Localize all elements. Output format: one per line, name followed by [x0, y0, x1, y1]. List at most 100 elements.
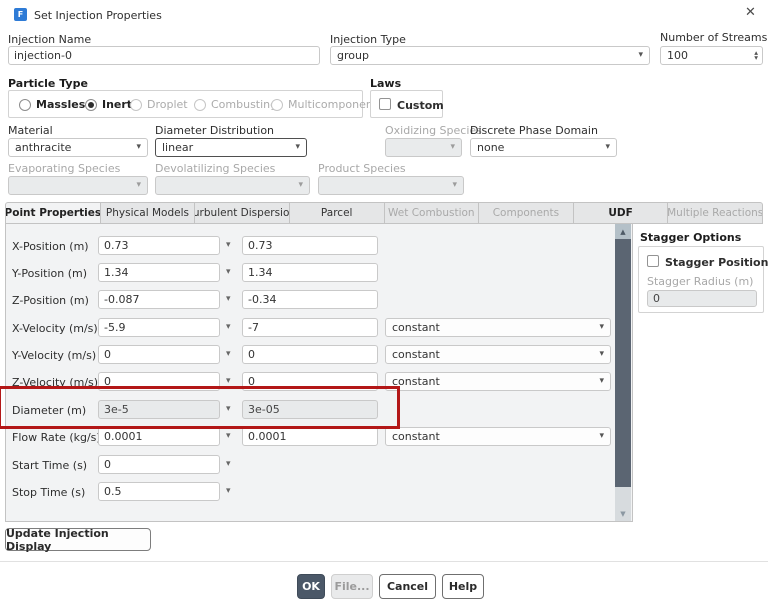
injection-type-label: Injection Type — [330, 33, 406, 46]
x-velocity-input[interactable] — [98, 318, 220, 337]
diameter-input[interactable] — [98, 400, 220, 419]
y-velocity-profile-select[interactable]: constant ▾ — [385, 345, 611, 364]
y-position-input-2[interactable] — [242, 263, 378, 282]
material-select[interactable]: anthracite ▾ — [8, 138, 148, 157]
chevron-down-icon[interactable]: ▾ — [226, 240, 231, 250]
chevron-down-icon: ▾ — [638, 51, 643, 60]
row-label: Stop Time (s) — [12, 486, 85, 499]
particle-type-group: Massless Inert Droplet Combusting Multic… — [8, 90, 363, 118]
chevron-down-icon[interactable]: ▾ — [226, 486, 231, 496]
tab-physical-models[interactable]: Physical Models — [101, 202, 196, 224]
chevron-down-icon[interactable]: ▾ — [226, 404, 231, 414]
spin-down-icon[interactable]: ▾ — [754, 56, 758, 60]
radio-inert-label: Inert — [102, 98, 132, 111]
x-position-input[interactable] — [98, 236, 220, 255]
x-position-input-2[interactable] — [242, 236, 378, 255]
y-velocity-input[interactable] — [98, 345, 220, 364]
row-label: Z-Position (m) — [12, 294, 89, 307]
scroll-up-icon[interactable]: ▲ — [615, 224, 631, 239]
stagger-positions-checkbox[interactable] — [647, 255, 659, 267]
y-velocity-input-2[interactable] — [242, 345, 378, 364]
diameter-input-2[interactable] — [242, 400, 378, 419]
row-stop-time: Stop Time (s) ▾ — [5, 482, 631, 504]
cancel-button[interactable]: Cancel — [379, 574, 436, 599]
tab-parcel[interactable]: Parcel — [290, 202, 385, 224]
chevron-down-icon: ▾ — [136, 143, 141, 152]
flow-rate-input-2[interactable] — [242, 427, 378, 446]
start-time-input[interactable] — [98, 455, 220, 474]
evaporating-species-select: ▾ — [8, 176, 148, 195]
properties-tabbar: Point Properties Physical Models Turbule… — [5, 202, 763, 224]
custom-laws-checkbox[interactable] — [379, 98, 391, 110]
file-button[interactable]: File... — [331, 574, 373, 599]
material-label: Material — [8, 124, 53, 137]
devolatilizing-species-select: ▾ — [155, 176, 310, 195]
discrete-phase-domain-select[interactable]: none ▾ — [470, 138, 617, 157]
flow-rate-profile-select[interactable]: constant ▾ — [385, 427, 611, 446]
tab-point-properties[interactable]: Point Properties — [5, 202, 101, 224]
radio-inert[interactable]: Inert — [85, 98, 132, 111]
z-velocity-profile-select[interactable]: constant ▾ — [385, 372, 611, 391]
tab-turbulent-dispersion[interactable]: Turbulent Dispersion — [195, 202, 290, 224]
z-velocity-input[interactable] — [98, 372, 220, 391]
divider — [0, 561, 768, 562]
chevron-down-icon: ▾ — [452, 181, 457, 190]
scrollbar-thumb[interactable] — [615, 239, 631, 487]
material-value: anthracite — [15, 141, 71, 154]
radio-massless-label: Massless — [36, 98, 92, 111]
injection-type-value: group — [337, 49, 369, 62]
chevron-down-icon: ▾ — [599, 350, 604, 359]
chevron-down-icon: ▾ — [605, 143, 610, 152]
devolatilizing-species-label: Devolatilizing Species — [155, 162, 275, 175]
number-of-streams-stepper[interactable]: 100 ▴ ▾ — [660, 46, 763, 65]
y-position-input[interactable] — [98, 263, 220, 282]
ok-button[interactable]: OK — [297, 574, 325, 599]
profile-value: constant — [392, 348, 440, 361]
flow-rate-input[interactable] — [98, 427, 220, 446]
chevron-down-icon: ▾ — [295, 143, 300, 152]
radio-multicomponent-label: Multicomponent — [288, 98, 377, 111]
chevron-down-icon[interactable]: ▾ — [226, 322, 231, 332]
x-velocity-profile-select[interactable]: constant ▾ — [385, 318, 611, 337]
chevron-down-icon[interactable]: ▾ — [226, 376, 231, 386]
radio-massless[interactable]: Massless — [19, 98, 92, 111]
injection-type-select[interactable]: group ▾ — [330, 46, 650, 65]
chevron-down-icon: ▾ — [599, 432, 604, 441]
close-icon[interactable]: ✕ — [745, 5, 756, 20]
chevron-down-icon[interactable]: ▾ — [226, 431, 231, 441]
row-label: Diameter (m) — [12, 404, 86, 417]
x-velocity-input-2[interactable] — [242, 318, 378, 337]
diameter-distribution-select[interactable]: linear ▾ — [155, 138, 307, 157]
row-y-position: Y-Position (m) ▾ — [5, 263, 631, 285]
tab-multiple-reactions: Multiple Reactions — [668, 202, 763, 224]
set-injection-properties-dialog: F Set Injection Properties ✕ Injection N… — [0, 0, 768, 616]
stagger-options-group: Stagger Positions Stagger Radius (m) — [638, 246, 764, 313]
particle-type-label: Particle Type — [8, 77, 88, 90]
chevron-down-icon: ▾ — [136, 181, 141, 190]
chevron-down-icon[interactable]: ▾ — [226, 294, 231, 304]
stop-time-input[interactable] — [98, 482, 220, 501]
z-position-input-2[interactable] — [242, 290, 378, 309]
radio-combusting-label: Combusting — [211, 98, 277, 111]
z-position-input[interactable] — [98, 290, 220, 309]
row-label: Start Time (s) — [12, 459, 87, 472]
product-species-label: Product Species — [318, 162, 406, 175]
radio-circle — [85, 99, 97, 111]
chevron-down-icon: ▾ — [599, 323, 604, 332]
tab-wet-combustion: Wet Combustion — [385, 202, 480, 224]
vertical-scrollbar[interactable]: ▲ ▼ — [615, 224, 631, 521]
row-start-time: Start Time (s) ▾ — [5, 455, 631, 477]
chevron-down-icon[interactable]: ▾ — [226, 267, 231, 277]
tab-udf[interactable]: UDF — [574, 202, 669, 224]
z-velocity-input-2[interactable] — [242, 372, 378, 391]
fluent-app-icon: F — [14, 8, 27, 21]
laws-label: Laws — [370, 77, 401, 90]
chevron-down-icon[interactable]: ▾ — [226, 459, 231, 469]
injection-name-input[interactable] — [8, 46, 320, 65]
help-button[interactable]: Help — [442, 574, 484, 599]
stagger-options-title: Stagger Options — [640, 231, 741, 244]
scroll-down-icon[interactable]: ▼ — [615, 506, 631, 521]
update-injection-display-button[interactable]: Update Injection Display — [5, 528, 151, 551]
injection-name-label: Injection Name — [8, 33, 91, 46]
chevron-down-icon[interactable]: ▾ — [226, 349, 231, 359]
